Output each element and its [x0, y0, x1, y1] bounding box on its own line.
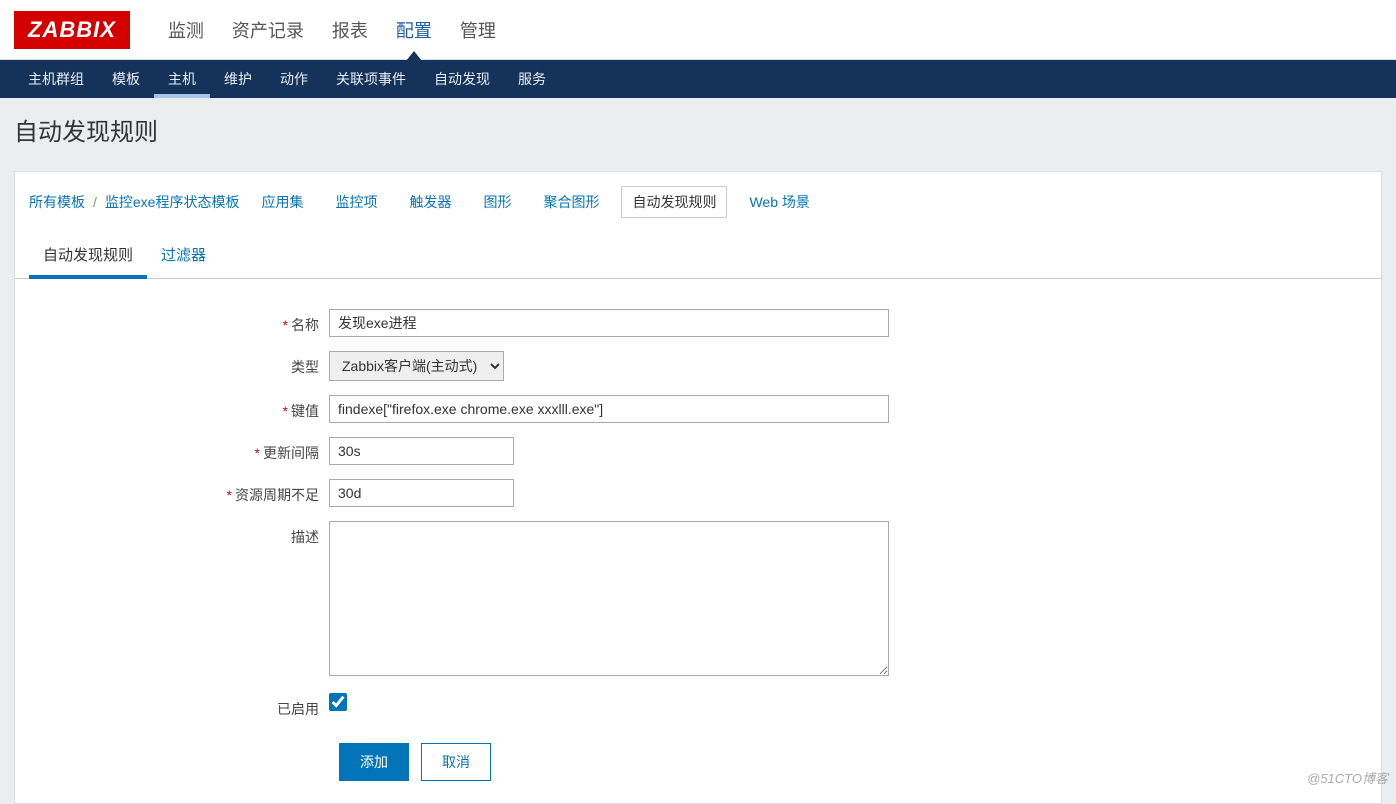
tab-discovery-rules[interactable]: 自动发现规则 — [621, 186, 727, 218]
label-type: 类型 — [29, 351, 329, 377]
row-key: *键值 — [29, 395, 1367, 423]
checkbox-enabled[interactable] — [329, 693, 347, 711]
breadcrumb: 所有模板 / 监控exe程序状态模板 应用集 监控项 触发器 图形 聚合图形 自… — [15, 186, 1381, 234]
input-update-interval[interactable] — [329, 437, 514, 465]
subnav-discovery[interactable]: 自动发现 — [420, 60, 504, 98]
subnav-hosts[interactable]: 主机 — [154, 60, 210, 98]
input-key[interactable] — [329, 395, 889, 423]
tab-items[interactable]: 监控项 — [325, 187, 387, 217]
nav-administration[interactable]: 管理 — [446, 0, 510, 60]
input-keep-lost[interactable] — [329, 479, 514, 507]
subnav-hostgroups[interactable]: 主机群组 — [14, 60, 98, 98]
watermark: @51CTO博客 — [1307, 768, 1388, 787]
row-name: *名称 — [29, 309, 1367, 337]
nav-monitoring[interactable]: 监测 — [154, 0, 218, 60]
subnav-templates[interactable]: 模板 — [98, 60, 154, 98]
add-button[interactable]: 添加 — [339, 743, 409, 781]
cancel-button[interactable]: 取消 — [421, 743, 491, 781]
tab-applications[interactable]: 应用集 — [251, 187, 313, 217]
row-enabled: 已启用 — [29, 693, 1367, 719]
label-keep-lost: *资源周期不足 — [29, 479, 329, 505]
tab-graphs[interactable]: 图形 — [473, 187, 521, 217]
breadcrumb-template-link[interactable]: 监控exe程序状态模板 — [105, 192, 240, 212]
row-update-interval: *更新间隔 — [29, 437, 1367, 465]
button-row: 添加 取消 — [339, 743, 1367, 781]
zabbix-logo: ZABBIX — [14, 11, 130, 49]
inner-tab-filters[interactable]: 过滤器 — [147, 234, 220, 278]
subnav-maintenance[interactable]: 维护 — [210, 60, 266, 98]
subnav-correlation[interactable]: 关联项事件 — [322, 60, 420, 98]
inner-tabs: 自动发现规则 过滤器 — [15, 234, 1381, 279]
top-nav: ZABBIX 监测 资产记录 报表 配置 管理 — [0, 0, 1396, 60]
form: *名称 类型 Zabbix客户端(主动式) *键值 *更新间隔 — [15, 279, 1381, 781]
input-name[interactable] — [329, 309, 889, 337]
breadcrumb-sep: / — [93, 194, 97, 210]
label-enabled: 已启用 — [29, 693, 329, 719]
page-title: 自动发现规则 — [14, 112, 1382, 147]
tab-web-scenarios[interactable]: Web 场景 — [739, 187, 819, 217]
row-type: 类型 Zabbix客户端(主动式) — [29, 351, 1367, 381]
nav-configuration[interactable]: 配置 — [382, 0, 446, 60]
nav-inventory[interactable]: 资产记录 — [218, 0, 318, 60]
inner-tab-rule[interactable]: 自动发现规则 — [29, 234, 147, 279]
row-description: 描述 — [29, 521, 1367, 679]
subnav-actions[interactable]: 动作 — [266, 60, 322, 98]
row-keep-lost: *资源周期不足 — [29, 479, 1367, 507]
label-update-interval: *更新间隔 — [29, 437, 329, 463]
label-description: 描述 — [29, 521, 329, 547]
label-key: *键值 — [29, 395, 329, 421]
select-type[interactable]: Zabbix客户端(主动式) — [329, 351, 504, 381]
tab-screens[interactable]: 聚合图形 — [533, 187, 609, 217]
textarea-description[interactable] — [329, 521, 889, 676]
content-card: 所有模板 / 监控exe程序状态模板 应用集 监控项 触发器 图形 聚合图形 自… — [14, 171, 1382, 804]
breadcrumb-all-templates[interactable]: 所有模板 — [29, 192, 85, 212]
tab-triggers[interactable]: 触发器 — [399, 187, 461, 217]
page-area: 自动发现规则 所有模板 / 监控exe程序状态模板 应用集 监控项 触发器 图形… — [0, 98, 1396, 804]
nav-reports[interactable]: 报表 — [318, 0, 382, 60]
sub-nav: 主机群组 模板 主机 维护 动作 关联项事件 自动发现 服务 — [0, 60, 1396, 98]
label-name: *名称 — [29, 309, 329, 335]
subnav-services[interactable]: 服务 — [504, 60, 560, 98]
